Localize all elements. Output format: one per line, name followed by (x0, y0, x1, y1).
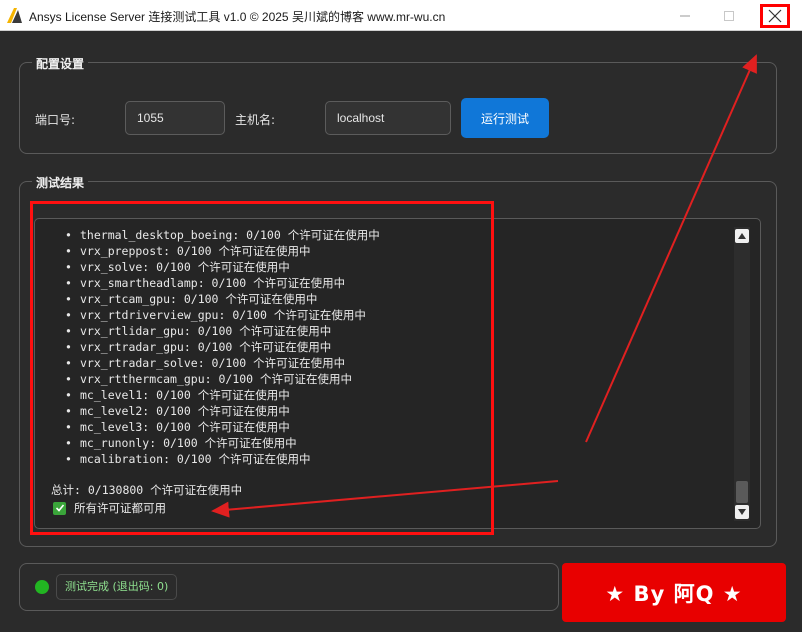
list-item-text: thermal_desktop_boeing: 0/100 个许可证在使用中 (80, 228, 380, 242)
list-item: • vrx_rtlidar_gpu: 0/100 个许可证在使用中 (35, 323, 725, 339)
results-scrollbar[interactable] (734, 227, 750, 521)
triangle-up-icon (738, 233, 746, 239)
list-item: • thermal_desktop_boeing: 0/100 个许可证在使用中 (35, 227, 725, 243)
list-item: • mc_level2: 0/100 个许可证在使用中 (35, 403, 725, 419)
config-group-title: 配置设置 (32, 55, 89, 72)
list-item: • vrx_rtdriverview_gpu: 0/100 个许可证在使用中 (35, 307, 725, 323)
results-group-title: 测试结果 (32, 174, 89, 191)
list-item-text: mcalibration: 0/100 个许可证在使用中 (80, 452, 311, 466)
list-item: • vrx_rtradar_gpu: 0/100 个许可证在使用中 (35, 339, 725, 355)
list-item-text: mc_level1: 0/100 个许可证在使用中 (80, 388, 290, 402)
maximize-icon (724, 10, 734, 21)
list-item: • mc_level3: 0/100 个许可证在使用中 (35, 419, 725, 435)
bullet-icon: • (65, 372, 72, 386)
bullet-icon: • (65, 244, 72, 258)
list-item-text: vrx_rtradar_solve: 0/100 个许可证在使用中 (80, 356, 346, 370)
window-title: Ansys License Server 连接测试工具 v1.0 © 2025 … (29, 10, 446, 24)
results-output[interactable]: • thermal_desktop_boeing: 0/100 个许可证在使用中 •… (34, 218, 761, 529)
list-item-text: vrx_preppost: 0/100 个许可证在使用中 (80, 244, 311, 258)
bullet-icon: • (65, 308, 72, 322)
bullet-icon: • (65, 260, 72, 274)
scroll-thumb[interactable] (736, 481, 748, 503)
scroll-down-button[interactable] (735, 505, 749, 519)
bullet-icon: • (65, 388, 72, 402)
all-available-message: 所有许可证都可用 (53, 500, 166, 516)
list-item: • vrx_preppost: 0/100 个许可证在使用中 (35, 243, 725, 259)
list-item-text: vrx_rtthermcam_gpu: 0/100 个许可证在使用中 (80, 372, 353, 386)
list-item: • mcalibration: 0/100 个许可证在使用中 (35, 451, 725, 467)
bullet-icon: • (65, 324, 72, 338)
list-item-text: vrx_rtcam_gpu: 0/100 个许可证在使用中 (80, 292, 318, 306)
bullet-icon: • (65, 356, 72, 370)
close-button[interactable] (760, 4, 790, 28)
close-icon (768, 9, 782, 23)
bullet-icon: • (65, 452, 72, 466)
bullet-icon: • (65, 436, 72, 450)
bullet-icon: • (65, 340, 72, 354)
ansys-logo-icon (7, 8, 22, 23)
status-indicator-icon (35, 580, 49, 594)
results-list: • thermal_desktop_boeing: 0/100 个许可证在使用中 •… (35, 227, 725, 467)
bullet-icon: • (65, 420, 72, 434)
run-test-button[interactable]: 运行测试 (461, 98, 549, 138)
list-item-text: mc_level2: 0/100 个许可证在使用中 (80, 404, 290, 418)
list-item-text: vrx_solve: 0/100 个许可证在使用中 (80, 260, 290, 274)
list-item: • vrx_rtcam_gpu: 0/100 个许可证在使用中 (35, 291, 725, 307)
port-label: 端口号: (35, 113, 76, 127)
list-item: • vrx_smartheadlamp: 0/100 个许可证在使用中 (35, 275, 725, 291)
total-summary: 总计: 0/130800 个许可证在使用中 (51, 483, 243, 497)
bullet-icon: • (65, 292, 72, 306)
list-item: • vrx_rtradar_solve: 0/100 个许可证在使用中 (35, 355, 725, 371)
bullet-icon: • (65, 228, 72, 242)
bullet-icon: • (65, 404, 72, 418)
list-item-text: vrx_rtdriverview_gpu: 0/100 个许可证在使用中 (80, 308, 366, 322)
status-text: 测试完成 (退出码: 0) (56, 574, 178, 600)
author-banner: ★ By 阿Q ★ (562, 563, 786, 622)
triangle-down-icon (738, 509, 746, 515)
minimize-button[interactable] (662, 0, 708, 31)
minimize-icon (680, 15, 690, 16)
list-item: • mc_runonly: 0/100 个许可证在使用中 (35, 435, 725, 451)
maximize-button[interactable] (706, 0, 752, 31)
title-bar: Ansys License Server 连接测试工具 v1.0 © 2025 … (0, 0, 802, 31)
list-item: • vrx_rtthermcam_gpu: 0/100 个许可证在使用中 (35, 371, 725, 387)
all-available-text: 所有许可证都可用 (74, 501, 166, 515)
list-item-text: vrx_rtlidar_gpu: 0/100 个许可证在使用中 (80, 324, 332, 338)
list-item: • mc_level1: 0/100 个许可证在使用中 (35, 387, 725, 403)
bullet-icon: • (65, 276, 72, 290)
scroll-up-button[interactable] (735, 229, 749, 243)
list-item-text: mc_runonly: 0/100 个许可证在使用中 (80, 436, 297, 450)
list-item-text: vrx_rtradar_gpu: 0/100 个许可证在使用中 (80, 340, 332, 354)
port-input[interactable]: 1055 (125, 101, 225, 135)
list-item: • vrx_solve: 0/100 个许可证在使用中 (35, 259, 725, 275)
list-item-text: mc_level3: 0/100 个许可证在使用中 (80, 420, 290, 434)
host-label: 主机名: (235, 113, 276, 127)
list-item-text: vrx_smartheadlamp: 0/100 个许可证在使用中 (80, 276, 346, 290)
checkmark-icon (53, 501, 66, 515)
host-input[interactable]: localhost (325, 101, 451, 135)
